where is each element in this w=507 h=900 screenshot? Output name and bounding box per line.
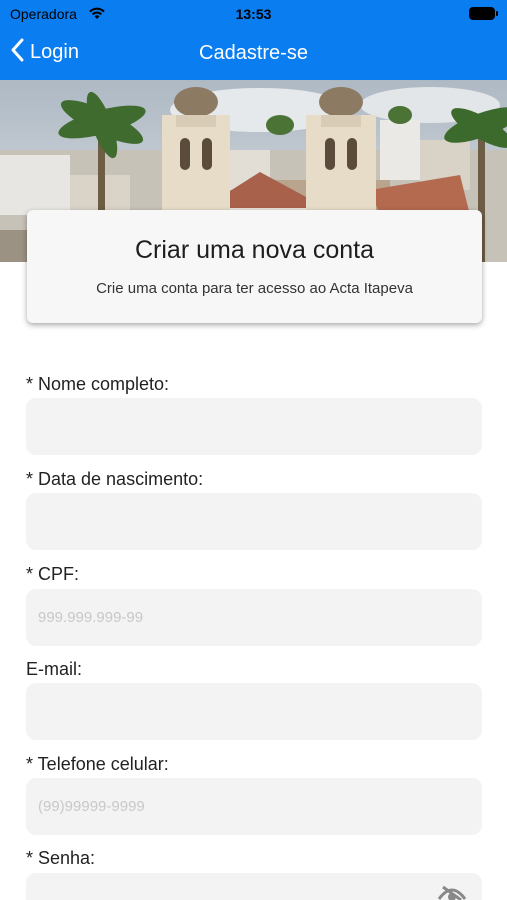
battery-icon: [469, 7, 498, 20]
card-title: Criar uma nova conta: [134, 236, 374, 264]
clock: 13:53: [235, 6, 272, 22]
cpf-field[interactable]: [26, 589, 482, 646]
name-field[interactable]: [26, 398, 482, 455]
page-title: Cadastre-se: [199, 42, 308, 64]
phone-label: * Telefone celular:: [26, 754, 169, 774]
phone-field[interactable]: [26, 778, 482, 835]
birthdate-field[interactable]: [26, 493, 482, 550]
email-field[interactable]: [26, 683, 482, 740]
navigation-bar: Login Cadastre-se: [0, 30, 507, 76]
password-field[interactable]: [26, 873, 482, 900]
card-subtitle: Crie uma conta para ter acesso ao Acta I…: [96, 280, 413, 297]
status-bar: Operadora 13:53: [0, 0, 507, 28]
create-account-card: Criar uma nova conta Crie uma conta para…: [27, 210, 482, 323]
password-label: * Senha:: [26, 848, 96, 868]
email-label: E-mail:: [26, 659, 83, 679]
birthdate-label: * Data de nascimento:: [26, 469, 204, 489]
eye-off-icon[interactable]: [437, 885, 467, 900]
name-label: * Nome completo:: [26, 374, 170, 394]
cpf-label: * CPF:: [26, 564, 80, 584]
app-header: Operadora 13:53 Login Cadastre-se: [0, 0, 507, 80]
